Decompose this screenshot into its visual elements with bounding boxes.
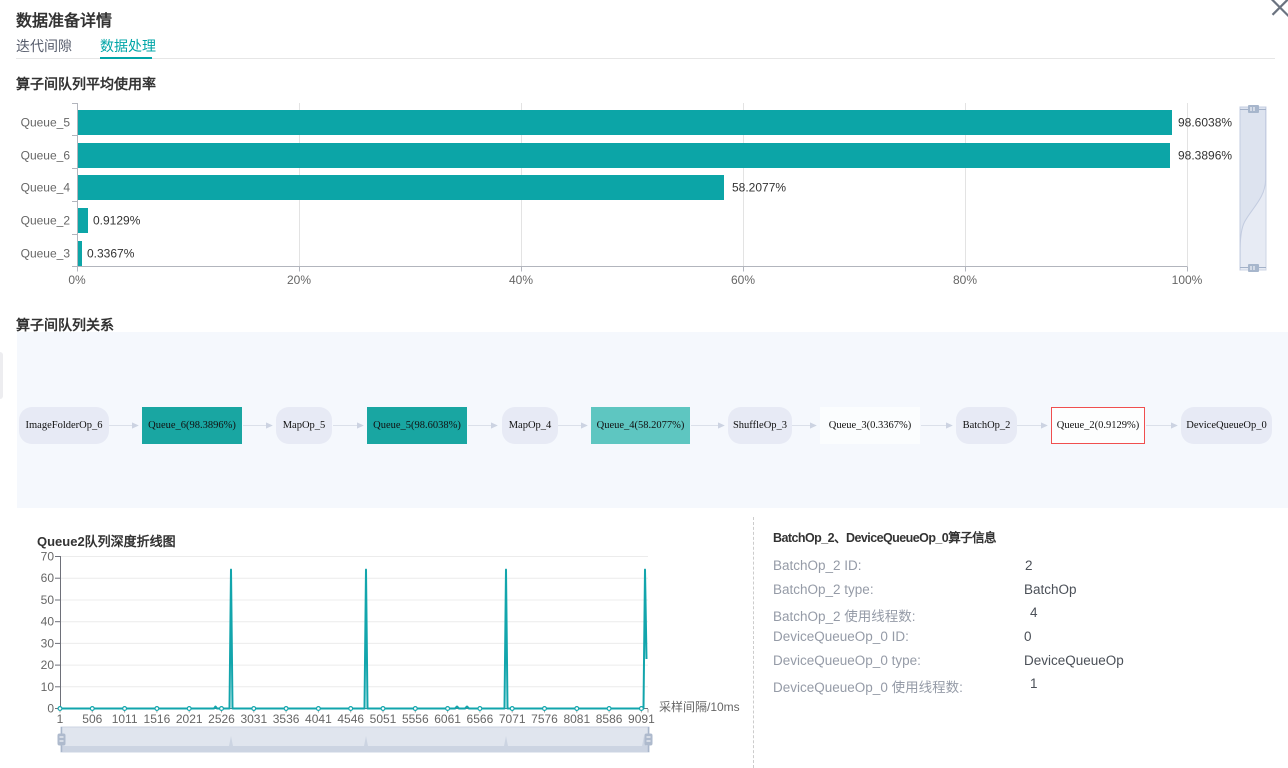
svg-text:60%: 60% [731, 273, 755, 287]
svg-text:70: 70 [41, 550, 55, 564]
svg-text:0%: 0% [68, 273, 86, 287]
svg-text:40: 40 [41, 615, 55, 629]
svg-text:Queue_2: Queue_2 [21, 214, 71, 228]
svg-text:20: 20 [41, 658, 55, 672]
svg-text:8586: 8586 [596, 712, 623, 726]
svg-text:7576: 7576 [531, 712, 558, 726]
svg-text:Queue_5: Queue_5 [21, 116, 71, 130]
svg-text:Queue_3: Queue_3 [21, 247, 71, 261]
svg-text:20%: 20% [287, 273, 311, 287]
svg-text:0.9129%: 0.9129% [93, 214, 141, 228]
svg-text:506: 506 [82, 712, 102, 726]
svg-text:0: 0 [47, 702, 54, 716]
svg-text:98.3896%: 98.3896% [1178, 149, 1232, 163]
svg-text:60: 60 [41, 571, 55, 585]
svg-text:6566: 6566 [467, 712, 494, 726]
svg-text:3031: 3031 [240, 712, 267, 726]
svg-text:2021: 2021 [176, 712, 203, 726]
svg-text:30: 30 [41, 636, 55, 650]
svg-text:1011: 1011 [112, 712, 138, 726]
svg-text:9091: 9091 [628, 712, 655, 726]
svg-text:10: 10 [41, 680, 55, 694]
svg-text:58.2077%: 58.2077% [732, 181, 786, 195]
svg-text:1: 1 [57, 712, 64, 726]
svg-text:2526: 2526 [208, 712, 235, 726]
svg-text:40%: 40% [509, 273, 533, 287]
svg-text:4041: 4041 [305, 712, 332, 726]
svg-text:0.3367%: 0.3367% [87, 247, 135, 261]
svg-text:50: 50 [41, 593, 55, 607]
svg-text:7071: 7071 [499, 712, 526, 726]
svg-text:98.6038%: 98.6038% [1178, 116, 1232, 130]
svg-text:5556: 5556 [402, 712, 429, 726]
svg-text:100%: 100% [1172, 273, 1203, 287]
svg-text:1516: 1516 [144, 712, 171, 726]
svg-text:4546: 4546 [337, 712, 364, 726]
svg-text:80%: 80% [953, 273, 977, 287]
svg-text:8081: 8081 [563, 712, 590, 726]
svg-text:3536: 3536 [273, 712, 300, 726]
svg-text:采样间隔/10ms: 采样间隔/10ms [659, 699, 740, 714]
svg-text:Queue_6: Queue_6 [21, 149, 71, 163]
svg-text:5051: 5051 [370, 712, 397, 726]
svg-text:Queue_4: Queue_4 [21, 181, 71, 195]
svg-text:6061: 6061 [434, 712, 461, 726]
